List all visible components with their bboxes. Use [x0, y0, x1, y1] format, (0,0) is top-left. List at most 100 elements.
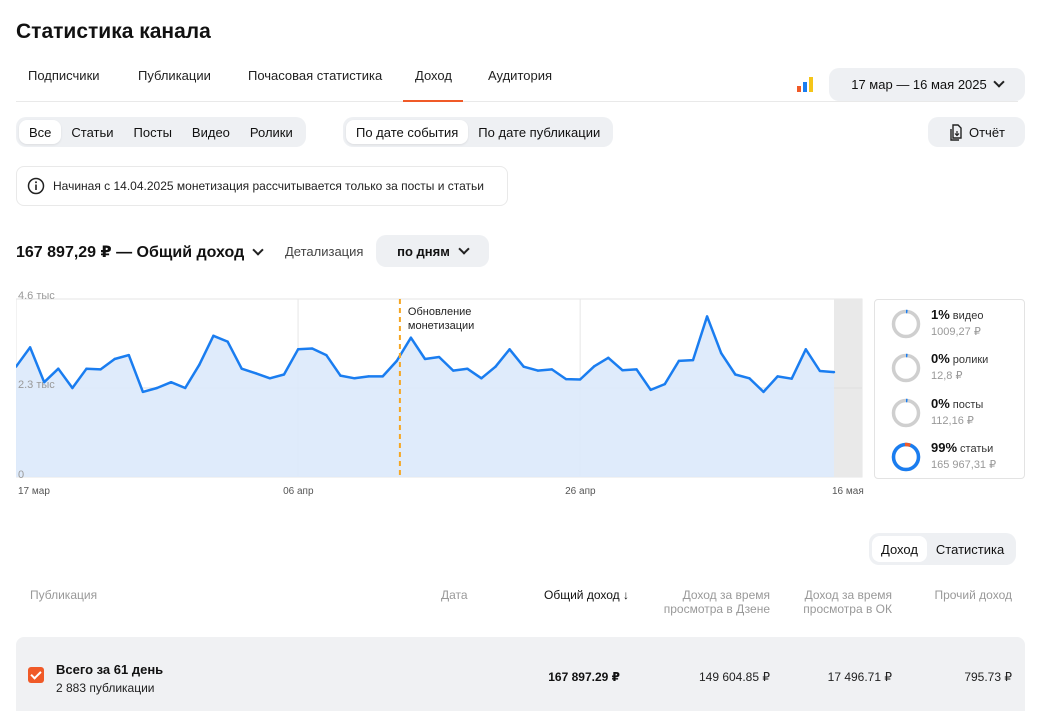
income-breakdown-legend: 1% видео 1009,27 ₽ 0% ролики 12,8 ₽ 0% пост… — [874, 299, 1025, 479]
filter-all[interactable]: Все — [19, 120, 62, 144]
data-point — [85, 367, 88, 370]
data-point — [621, 369, 624, 372]
view-income[interactable]: Доход — [872, 536, 927, 562]
col-header-other-income[interactable]: Прочий доход — [912, 588, 1012, 602]
data-point — [296, 348, 300, 351]
data-point — [734, 373, 737, 376]
data-point — [705, 315, 709, 318]
summary-row-title: Всего за 61 день — [56, 662, 164, 677]
chart-bars-icon — [797, 77, 813, 92]
data-point — [71, 386, 74, 390]
data-point — [395, 359, 398, 363]
tab-hourly-stats[interactable]: Почасовая статистика — [248, 68, 382, 83]
total-income-dropdown[interactable]: 167 897,29 ₽ — Общий доход — [16, 242, 264, 262]
date-mode-event[interactable]: По дате события — [346, 120, 469, 144]
data-point — [748, 377, 751, 380]
data-point — [607, 356, 610, 360]
data-point — [268, 377, 272, 380]
filter-posts[interactable]: Посты — [124, 120, 182, 144]
sort-desc-icon: ↓ — [622, 588, 629, 602]
data-point — [762, 390, 765, 394]
data-point — [141, 390, 145, 394]
col-header-publication[interactable]: Публикация — [30, 588, 97, 602]
filter-articles[interactable]: Статьи — [61, 120, 123, 144]
tab-audience[interactable]: Аудитория — [488, 68, 552, 83]
select-all-checkbox[interactable] — [28, 667, 44, 683]
data-point — [310, 347, 314, 350]
x-tick-label: 16 мая — [832, 486, 864, 497]
content-type-filter: Все Статьи Посты Видео Ролики — [16, 117, 306, 147]
data-point — [466, 367, 469, 370]
filter-shorts[interactable]: Ролики — [240, 120, 303, 144]
table-view-toggle: Доход Статистика — [869, 533, 1017, 565]
chevron-down-icon — [252, 243, 264, 256]
date-mode-publication[interactable]: По дате публикации — [468, 120, 610, 144]
y-tick-label: 2.3 тыс — [18, 379, 55, 391]
view-statistics[interactable]: Статистика — [927, 536, 1013, 562]
data-point — [790, 377, 793, 380]
data-point — [155, 386, 159, 390]
chevron-down-icon — [993, 76, 1005, 88]
data-point — [226, 340, 229, 343]
legend-pct: 1% видео — [931, 307, 984, 322]
data-point — [522, 365, 525, 368]
summary-dzen: 149 604.85 ₽ — [698, 670, 770, 684]
legend-value: 12,8 ₽ — [931, 370, 963, 382]
donut-track — [891, 309, 921, 339]
data-point — [818, 369, 822, 373]
tab-income[interactable]: Доход — [403, 68, 463, 102]
filter-video[interactable]: Видео — [182, 120, 240, 144]
data-point — [578, 378, 582, 381]
report-button[interactable]: Отчёт — [928, 117, 1025, 147]
data-point — [254, 372, 257, 375]
legend-pct: 99% статьи — [931, 440, 994, 455]
data-point — [804, 348, 807, 351]
chevron-down-icon — [458, 242, 470, 255]
data-point — [550, 368, 554, 371]
notice-text: Начиная с 14.04.2025 монетизация рассчит… — [53, 179, 484, 193]
data-point — [127, 353, 131, 357]
page-title: Статистика канала — [16, 20, 211, 43]
data-point — [423, 357, 427, 361]
report-button-label: Отчёт — [968, 124, 1006, 140]
income-chart: Обновление монетизации 4.6 тыс 2.3 тыс 0 17 м… — [14, 285, 866, 500]
data-point — [57, 367, 60, 370]
data-point — [282, 373, 286, 376]
donut-ring-shorts — [891, 353, 921, 383]
report-download-icon — [950, 124, 962, 141]
data-point — [452, 369, 455, 372]
data-point — [367, 375, 370, 378]
data-point — [99, 368, 102, 371]
data-point — [353, 377, 356, 380]
date-range-picker[interactable]: 17 мар — 16 мая 2025 — [829, 68, 1025, 101]
data-point — [832, 370, 836, 374]
donut-track — [891, 398, 921, 428]
col-header-date[interactable]: Дата — [441, 588, 468, 602]
detail-label: Детализация — [285, 244, 364, 259]
detail-granularity-select[interactable]: по дням — [376, 235, 489, 267]
summary-ok: 17 496.71 ₽ — [827, 670, 892, 684]
col-header-total-income[interactable]: Общий доход ↓ — [544, 588, 629, 602]
data-point — [593, 365, 596, 368]
data-point — [719, 351, 723, 355]
info-icon — [27, 177, 45, 195]
income-chart-svg: Обновление монетизации 4.6 тыс 2.3 тыс 0 17 м… — [14, 290, 864, 497]
y-tick-label: 0 — [18, 469, 24, 481]
col-header-dzen-income[interactable]: Доход за время просмотра в Дзене — [650, 588, 770, 616]
data-point — [691, 358, 695, 362]
tab-publications[interactable]: Публикации — [138, 68, 211, 83]
data-point — [325, 353, 328, 357]
tab-subscribers[interactable]: Подписчики — [28, 68, 100, 83]
table-summary-row: Всего за 61 день 2 883 публикации 167 89… — [16, 637, 1025, 711]
legend-value: 112,16 ₽ — [931, 415, 974, 427]
data-point — [437, 355, 441, 359]
col-header-ok-income[interactable]: Доход за время просмотра в ОК — [782, 588, 892, 616]
annotation-label-line1: Обновление — [408, 306, 472, 318]
monetization-notice: Начиная с 14.04.2025 монетизация рассчит… — [16, 166, 508, 206]
legend-value: 165 967,31 ₽ — [931, 459, 997, 471]
legend-pct: 0% посты — [931, 396, 984, 411]
summary-row-subtitle: 2 883 публикации — [56, 681, 155, 695]
data-point — [240, 367, 243, 370]
data-point — [198, 363, 201, 366]
summary-total: 167 897.29 ₽ — [548, 670, 620, 684]
